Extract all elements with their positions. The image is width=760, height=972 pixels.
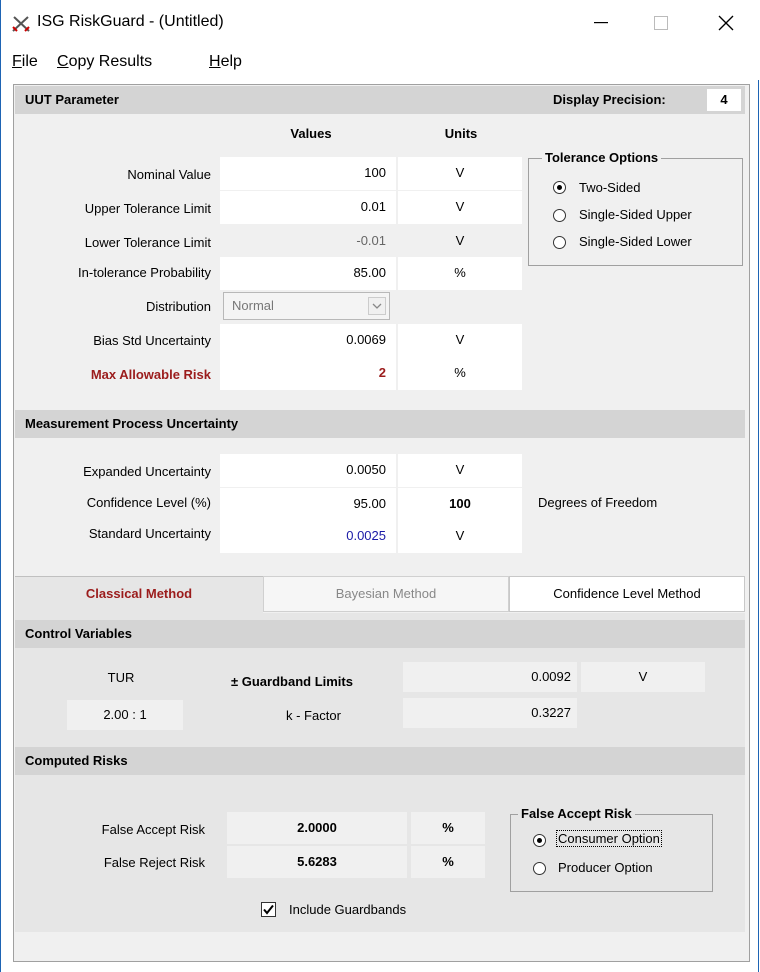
lower-tolerance-input[interactable]: -0.01 — [220, 225, 396, 258]
tolerance-options-title: Tolerance Options — [542, 150, 662, 165]
bias-std-uncertainty-label: Bias Std Uncertainty — [93, 333, 211, 348]
app-window: ISG RiskGuard - (Untitled) File Copy Res… — [0, 0, 760, 972]
minimize-button[interactable] — [571, 0, 631, 46]
units-column-header: Units — [444, 126, 478, 141]
menu-bar: File Copy Results Help — [1, 46, 760, 80]
include-guardbands-checkbox[interactable] — [261, 902, 276, 917]
radio-two-sided[interactable] — [553, 181, 566, 194]
window-title: ISG RiskGuard - (Untitled) — [37, 13, 224, 30]
chevron-down-icon[interactable] — [368, 297, 386, 315]
maximize-button[interactable] — [631, 0, 691, 46]
checkmark-icon — [263, 904, 274, 915]
close-icon — [718, 15, 734, 31]
control-variables-title: Control Variables — [25, 626, 132, 641]
upper-tolerance-unit[interactable]: V — [398, 191, 522, 224]
standard-uncertainty-label: Standard Uncertainty — [88, 526, 211, 541]
max-allowable-risk-unit: % — [398, 357, 522, 390]
uut-section-header: UUT Parameter Display Precision: — [15, 86, 745, 114]
lower-tolerance-unit[interactable]: V — [398, 225, 522, 258]
false-accept-risk-options-group — [510, 814, 713, 892]
false-accept-risk-unit: % — [411, 812, 485, 844]
computed-risks-title: Computed Risks — [25, 753, 128, 768]
consumer-option-label[interactable]: Consumer Option — [556, 830, 662, 847]
tur-value: 2.00 : 1 — [67, 700, 183, 730]
radio-producer-option[interactable] — [533, 862, 546, 875]
title-bar: ISG RiskGuard - (Untitled) — [1, 0, 760, 46]
menu-copy-results[interactable]: Copy Results — [57, 53, 152, 71]
false-reject-risk-label: False Reject Risk — [103, 855, 205, 870]
mpu-section-header: Measurement Process Uncertainty — [15, 410, 745, 438]
tur-label: TUR — [107, 670, 135, 685]
k-factor-value: 0.3227 — [403, 698, 577, 728]
bias-std-uncertainty-unit[interactable]: V — [398, 324, 522, 357]
values-column-header: Values — [290, 126, 332, 141]
two-sided-label[interactable]: Two-Sided — [579, 180, 640, 195]
in-tolerance-probability-unit: % — [398, 257, 522, 290]
distribution-selected-value: Normal — [232, 298, 274, 313]
confidence-level-label: Confidence Level (%) — [86, 495, 211, 510]
single-sided-lower-label[interactable]: Single-Sided Lower — [579, 234, 692, 249]
in-tolerance-probability-input[interactable]: 85.00 — [220, 257, 396, 290]
max-allowable-risk-label: Max Allowable Risk — [90, 367, 211, 382]
expanded-uncertainty-label: Expanded Uncertainty — [83, 464, 211, 479]
guardband-limits-value: 0.0092 — [403, 662, 577, 692]
close-button[interactable] — [696, 0, 756, 46]
false-accept-risk-options-title: False Accept Risk — [518, 806, 635, 821]
expanded-uncertainty-input[interactable]: 0.0050 — [220, 454, 396, 487]
bias-std-uncertainty-input[interactable]: 0.0069 — [220, 324, 396, 357]
standard-uncertainty-unit: V — [398, 520, 522, 553]
menu-file[interactable]: File — [12, 53, 38, 71]
radio-single-sided-upper[interactable] — [553, 209, 566, 222]
computed-risks-header: Computed Risks — [15, 747, 745, 775]
radio-consumer-option[interactable] — [533, 834, 546, 847]
in-tolerance-probability-label: In-tolerance Probability — [78, 265, 211, 280]
menu-help[interactable]: Help — [209, 53, 242, 71]
expanded-uncertainty-unit[interactable]: V — [398, 454, 522, 487]
maximize-icon — [654, 16, 668, 30]
include-guardbands-label[interactable]: Include Guardbands — [289, 902, 406, 917]
tab-confidence-level-method[interactable]: Confidence Level Method — [509, 576, 745, 612]
producer-option-label[interactable]: Producer Option — [558, 860, 653, 875]
uut-section-title: UUT Parameter — [25, 92, 119, 107]
guardband-limits-unit: V — [581, 662, 705, 692]
degrees-of-freedom-label: Degrees of Freedom — [538, 495, 658, 510]
false-accept-risk-label: False Accept Risk — [101, 822, 205, 837]
nominal-value-input[interactable]: 100 — [220, 157, 396, 190]
guardband-limits-label: ± Guardband Limits — [231, 674, 353, 689]
tab-bayesian-method[interactable]: Bayesian Method — [263, 576, 509, 612]
nominal-value-label: Nominal Value — [127, 167, 211, 182]
false-accept-risk-value: 2.0000 — [227, 812, 407, 844]
k-factor-label: k - Factor — [286, 708, 341, 723]
distribution-select[interactable]: Normal — [223, 292, 390, 320]
display-precision-input[interactable]: 4 — [707, 89, 741, 111]
false-reject-risk-value: 5.6283 — [227, 846, 407, 878]
control-variables-header: Control Variables — [15, 620, 745, 648]
nominal-value-unit[interactable]: V — [398, 157, 522, 190]
standard-uncertainty-input[interactable]: 0.0025 — [220, 520, 396, 553]
lower-tolerance-label: Lower Tolerance Limit — [84, 235, 211, 250]
display-precision-label: Display Precision: — [553, 92, 666, 107]
tab-classical-method[interactable]: Classical Method — [15, 576, 263, 614]
upper-tolerance-label: Upper Tolerance Limit — [84, 201, 211, 216]
radio-single-sided-lower[interactable] — [553, 236, 566, 249]
app-swords-icon — [11, 14, 31, 34]
false-reject-risk-unit: % — [411, 846, 485, 878]
single-sided-upper-label[interactable]: Single-Sided Upper — [579, 207, 692, 222]
minimize-icon — [594, 22, 608, 24]
degrees-of-freedom-input[interactable]: 100 — [398, 488, 522, 521]
mpu-section-title: Measurement Process Uncertainty — [25, 416, 239, 431]
max-allowable-risk-input[interactable]: 2 — [220, 357, 396, 390]
distribution-label: Distribution — [145, 299, 211, 314]
confidence-level-input[interactable]: 95.00 — [220, 488, 396, 521]
upper-tolerance-input[interactable]: 0.01 — [220, 191, 396, 224]
